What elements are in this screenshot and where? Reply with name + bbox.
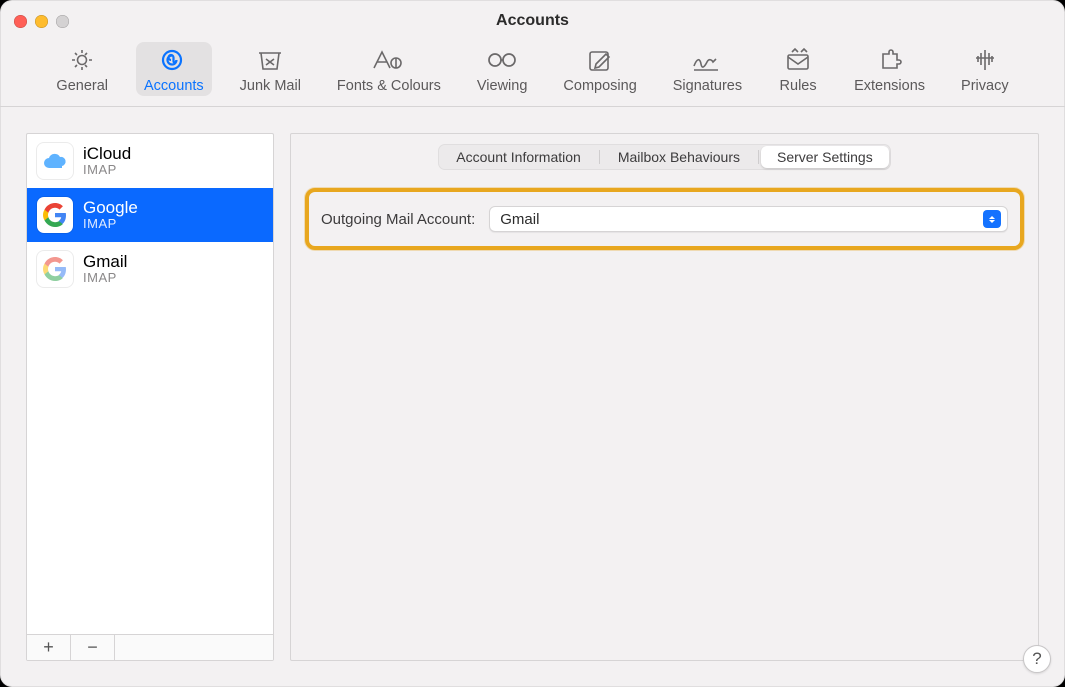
tab-label: Signatures — [673, 78, 742, 94]
account-name: iCloud — [83, 144, 131, 164]
chevron-up-down-icon — [983, 210, 1001, 228]
account-row-gmail[interactable]: Gmail IMAP — [27, 242, 273, 296]
extensions-icon — [870, 46, 910, 74]
accounts-list: iCloud IMAP Google IMAP — [27, 134, 273, 634]
sidebar-footer: + − — [27, 634, 273, 660]
tab-accounts[interactable]: Accounts — [136, 42, 212, 96]
signatures-icon — [687, 46, 727, 74]
tab-label: Composing — [563, 78, 636, 94]
tab-label: Fonts & Colours — [337, 78, 441, 94]
accounts-icon — [154, 46, 194, 74]
zoom-window-button[interactable] — [56, 15, 69, 28]
composing-icon — [580, 46, 620, 74]
tab-mailbox-behaviours[interactable]: Mailbox Behaviours — [602, 146, 756, 168]
tab-label: Extensions — [854, 78, 925, 94]
tab-general[interactable]: General — [48, 42, 116, 96]
help-button[interactable]: ? — [1023, 645, 1051, 673]
outgoing-mail-label: Outgoing Mail Account: — [321, 211, 475, 228]
remove-account-button[interactable]: − — [71, 635, 115, 660]
settings-pane: Account Information Mailbox Behaviours S… — [290, 133, 1039, 661]
account-subtype: IMAP — [83, 163, 131, 178]
tab-label: Viewing — [477, 78, 528, 94]
close-window-button[interactable] — [14, 15, 27, 28]
account-subtype: IMAP — [83, 217, 138, 232]
fonts-colours-icon — [369, 46, 409, 74]
account-subtype: IMAP — [83, 271, 127, 286]
preferences-toolbar: General Accounts Junk Mail Fonts & Colou… — [0, 42, 1065, 107]
tab-label: General — [56, 78, 108, 94]
account-name: Gmail — [83, 252, 127, 272]
general-icon — [62, 46, 102, 74]
sidebar-footer-spacer — [115, 635, 273, 660]
google-icon — [37, 197, 73, 233]
tab-server-settings[interactable]: Server Settings — [761, 146, 889, 168]
privacy-icon — [965, 46, 1005, 74]
rules-icon — [778, 46, 818, 74]
viewing-icon — [482, 46, 522, 74]
main-area: iCloud IMAP Google IMAP — [0, 107, 1065, 687]
tab-rules[interactable]: Rules — [770, 42, 826, 96]
add-account-button[interactable]: + — [27, 635, 71, 660]
account-row-icloud[interactable]: iCloud IMAP — [27, 134, 273, 188]
minimize-window-button[interactable] — [35, 15, 48, 28]
window-title: Accounts — [0, 12, 1065, 30]
tab-separator — [758, 150, 759, 164]
account-tabs: Account Information Mailbox Behaviours S… — [438, 144, 890, 170]
tab-separator — [599, 150, 600, 164]
tab-extensions[interactable]: Extensions — [846, 42, 933, 96]
tab-signatures[interactable]: Signatures — [665, 42, 750, 96]
preferences-window: Accounts General Accounts Junk Mail — [0, 0, 1065, 687]
window-controls — [14, 15, 69, 28]
outgoing-mail-account-select[interactable]: Gmail — [489, 206, 1008, 232]
outgoing-mail-value: Gmail — [500, 211, 539, 228]
tab-privacy[interactable]: Privacy — [953, 42, 1017, 96]
tab-account-information[interactable]: Account Information — [440, 146, 597, 168]
tab-viewing[interactable]: Viewing — [469, 42, 536, 96]
tab-fonts-colours[interactable]: Fonts & Colours — [329, 42, 449, 96]
gmail-icon — [37, 251, 73, 287]
junk-mail-icon — [250, 46, 290, 74]
tab-label: Rules — [780, 78, 817, 94]
title-bar: Accounts — [0, 0, 1065, 42]
accounts-sidebar: iCloud IMAP Google IMAP — [26, 133, 274, 661]
tab-label: Junk Mail — [240, 78, 301, 94]
tab-label: Privacy — [961, 78, 1009, 94]
tab-junk-mail[interactable]: Junk Mail — [232, 42, 309, 96]
tab-composing[interactable]: Composing — [555, 42, 644, 96]
account-name: Google — [83, 198, 138, 218]
account-row-google[interactable]: Google IMAP — [27, 188, 273, 242]
tab-label: Accounts — [144, 78, 204, 94]
outgoing-mail-highlight: Outgoing Mail Account: Gmail — [305, 188, 1024, 250]
icloud-icon — [37, 143, 73, 179]
